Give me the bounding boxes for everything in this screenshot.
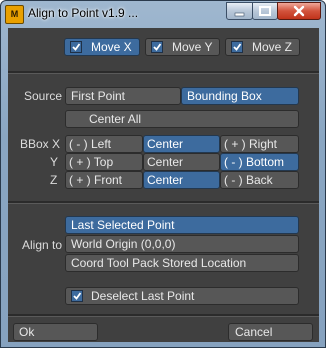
bbox-z-center[interactable]: Center <box>143 171 220 189</box>
align-last-selected-point[interactable]: Last Selected Point <box>65 216 299 234</box>
bbox-z-label: Z <box>50 173 58 187</box>
checkbox-icon <box>231 41 243 53</box>
window-title: Align to Point v1.9 ... <box>28 6 139 20</box>
maximize-button[interactable] <box>252 2 278 20</box>
checkbox-icon <box>151 41 163 53</box>
bbox-y-label: Y <box>50 155 59 169</box>
dialog-content: Move X Move Y Move Z Source First Point … <box>8 28 319 342</box>
move-y-label: Move Y <box>172 40 213 54</box>
separator <box>8 201 319 204</box>
minimize-button[interactable] <box>226 2 253 20</box>
dialog-window: M Align to Point v1.9 ... Move X Move Y … <box>0 0 326 348</box>
bbox-y-top[interactable]: ( + ) Top <box>65 153 143 171</box>
ok-button[interactable]: Ok <box>13 323 98 341</box>
separator <box>8 71 319 74</box>
close-button[interactable] <box>277 2 321 20</box>
close-icon <box>293 5 305 17</box>
checkbox-icon <box>71 290 83 302</box>
bbox-z-back[interactable]: ( - ) Back <box>220 171 299 189</box>
align-world-origin[interactable]: World Origin (0,0,0) <box>65 235 299 253</box>
source-label: Source <box>24 89 63 103</box>
bbox-x-label: BBox X <box>20 137 61 151</box>
move-x-label: Move X <box>91 40 132 54</box>
bbox-z-front[interactable]: ( + ) Front <box>65 171 143 189</box>
bbox-y-center[interactable]: Center <box>143 153 220 171</box>
bbox-x-center[interactable]: Center <box>143 135 220 153</box>
deselect-label: Deselect Last Point <box>91 289 195 303</box>
align-to-label: Align to <box>22 238 63 252</box>
minimize-icon <box>234 12 245 17</box>
bbox-y-bottom[interactable]: ( - ) Bottom <box>220 153 299 171</box>
maximize-icon <box>259 6 271 16</box>
align-coord-tool-pack[interactable]: Coord Tool Pack Stored Location <box>65 254 299 272</box>
move-z-toggle[interactable]: Move Z <box>225 38 300 56</box>
center-all-button[interactable]: Center All <box>65 110 299 128</box>
deselect-last-point-toggle[interactable]: Deselect Last Point <box>65 287 299 305</box>
source-bounding-box[interactable]: Bounding Box <box>181 87 299 105</box>
move-z-label: Move Z <box>252 40 293 54</box>
app-icon[interactable]: M <box>5 5 24 24</box>
move-y-toggle[interactable]: Move Y <box>145 38 220 56</box>
title-bar[interactable]: M Align to Point v1.9 ... <box>1 1 325 27</box>
move-x-toggle[interactable]: Move X <box>64 38 140 56</box>
cancel-button[interactable]: Cancel <box>228 323 313 341</box>
bbox-x-left[interactable]: ( - ) Left <box>65 135 143 153</box>
source-first-point[interactable]: First Point <box>65 87 181 105</box>
bbox-x-right[interactable]: ( + ) Right <box>220 135 299 153</box>
checkbox-icon <box>70 41 82 53</box>
separator <box>8 314 319 317</box>
